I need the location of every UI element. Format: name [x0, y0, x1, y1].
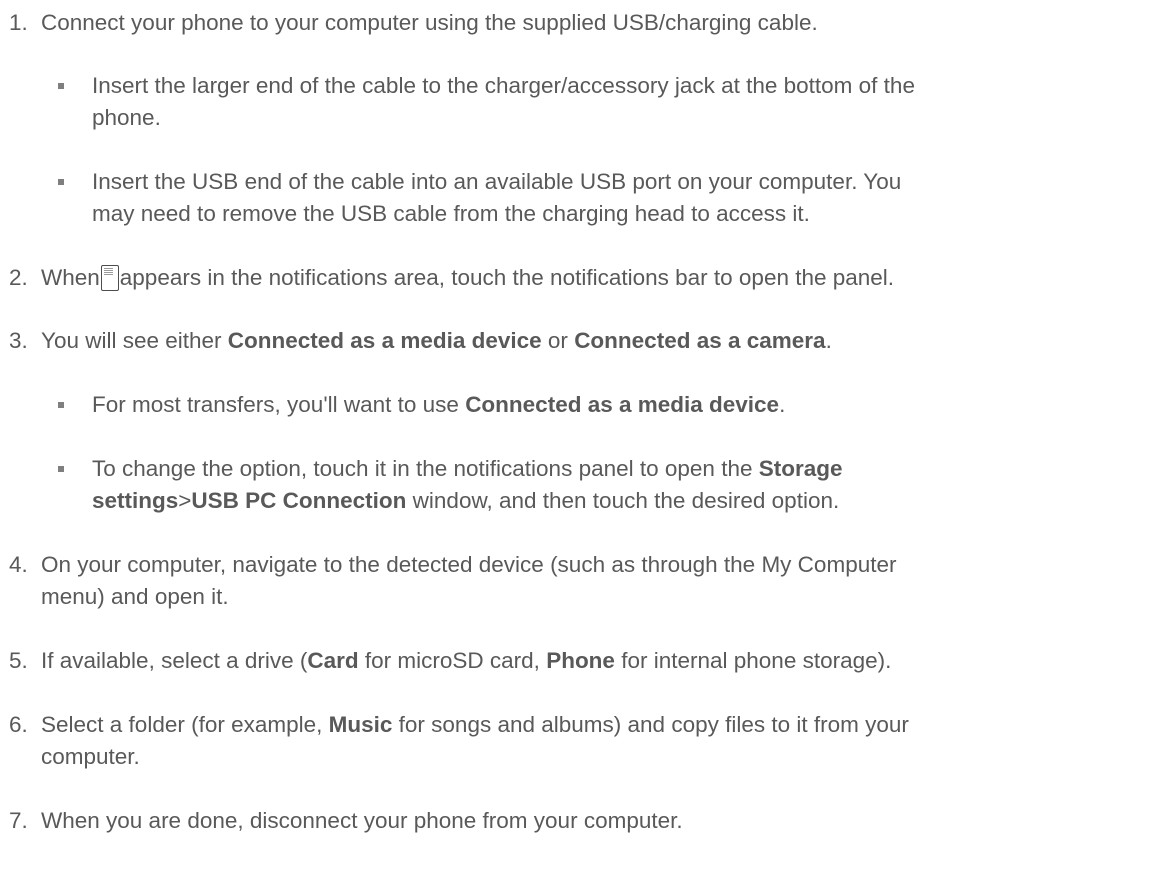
- substep-text-continued: phone.: [92, 105, 161, 130]
- text-run: >: [178, 488, 192, 513]
- step-number: 6.: [9, 712, 28, 737]
- bold-term: Music: [328, 712, 393, 737]
- step-text-pre: When: [41, 265, 100, 290]
- step-text-continued: computer.: [41, 744, 140, 769]
- bold-term: Connected as a media device: [465, 392, 780, 417]
- step-number: 4.: [9, 552, 28, 577]
- bold-term: USB PC Connection: [191, 488, 407, 513]
- bold-term: Card: [307, 648, 359, 673]
- substep-text: Insert the USB end of the cable into an …: [92, 169, 902, 194]
- bold-term: Phone: [546, 648, 615, 673]
- text-run: If available, select a drive (: [41, 648, 308, 673]
- step-number: 7.: [9, 808, 28, 833]
- step-number: 2.: [9, 265, 28, 290]
- substep-text-continued: settings>USB PC Connection window, and t…: [92, 486, 839, 516]
- step-text: When appears in the notifications area, t…: [41, 263, 894, 293]
- text-run: for microSD card,: [358, 648, 547, 673]
- bold-term: Storage: [758, 456, 843, 481]
- bold-term: Connected as a camera: [574, 328, 826, 353]
- bullet-icon: [58, 466, 64, 472]
- bullet-icon: [58, 179, 64, 185]
- text-run: For most transfers, you'll want to use: [92, 392, 466, 417]
- text-run: To change the option, touch it in the no…: [92, 456, 759, 481]
- substep-text: Insert the larger end of the cable to th…: [92, 73, 915, 98]
- substep-text: To change the option, touch it in the no…: [92, 454, 843, 484]
- step-text: Connect your phone to your computer usin…: [41, 10, 818, 35]
- step-text: Select a folder (for example, Music for …: [41, 710, 909, 740]
- step-number: 5.: [9, 648, 28, 673]
- step-number: 1.: [9, 10, 28, 35]
- bold-term: settings: [92, 488, 179, 513]
- instruction-document: 1. Connect your phone to your computer u…: [0, 0, 1167, 872]
- bullet-icon: [58, 83, 64, 89]
- step-text-post: appears in the notifications area, touch…: [119, 265, 895, 290]
- text-run: for internal phone storage).: [614, 648, 892, 673]
- bold-term: Connected as a media device: [227, 328, 542, 353]
- step-number: 3.: [9, 328, 28, 353]
- text-run: You will see either: [41, 328, 228, 353]
- text-run: or: [541, 328, 575, 353]
- usb-notification-icon: [100, 265, 119, 291]
- text-run: Select a folder (for example,: [41, 712, 329, 737]
- substep-text-continued: may need to remove the USB cable from th…: [92, 201, 810, 226]
- step-text: If available, select a drive (Card for m…: [41, 646, 891, 676]
- step-text: When you are done, disconnect your phone…: [41, 808, 683, 833]
- step-text: You will see either Connected as a media…: [41, 326, 832, 356]
- text-run: for songs and albums) and copy files to …: [392, 712, 909, 737]
- text-run: .: [779, 392, 786, 417]
- text-run: .: [825, 328, 832, 353]
- step-text: On your computer, navigate to the detect…: [41, 552, 897, 577]
- text-run: window, and then touch the desired optio…: [406, 488, 840, 513]
- step-text-continued: menu) and open it.: [41, 584, 229, 609]
- substep-text: For most transfers, you'll want to use C…: [92, 390, 785, 420]
- bullet-icon: [58, 402, 64, 408]
